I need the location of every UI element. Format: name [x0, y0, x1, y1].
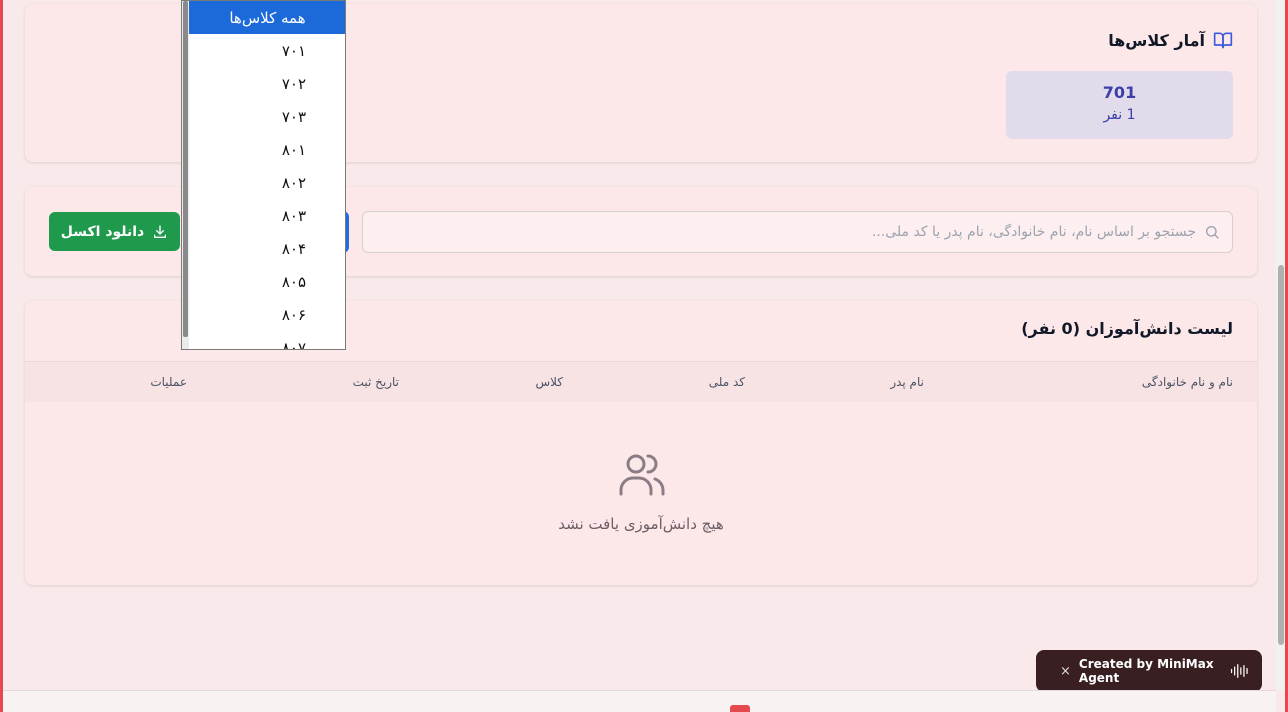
- class-stats-header: آمار کلاس‌ها: [1108, 30, 1233, 50]
- book-icon: [1213, 32, 1233, 49]
- page-scrollbar-thumb[interactable]: [1278, 265, 1284, 645]
- badge-label: Created by MiniMax Agent: [1078, 657, 1214, 685]
- column-header-father-name[interactable]: نام پدر: [890, 375, 924, 389]
- class-stat-name: 701: [1102, 83, 1137, 102]
- dropdown-option[interactable]: ۷۰۲: [189, 67, 345, 100]
- dropdown-option[interactable]: ۸۰۳: [189, 199, 345, 232]
- dropdown-option[interactable]: ۸۰۲: [189, 166, 345, 199]
- column-header-actions[interactable]: عملیات: [150, 375, 187, 389]
- column-header-register-date[interactable]: تاریخ ثبت: [353, 375, 399, 389]
- search-icon: [1206, 226, 1219, 239]
- dropdown-option[interactable]: ۸۰۱: [189, 133, 345, 166]
- search-placeholder: جستجو بر اساس نام، نام خانوادگی، نام پدر…: [871, 224, 1196, 240]
- column-header-national-code[interactable]: کد ملی: [709, 375, 745, 389]
- frame-border-left: [0, 0, 3, 712]
- dropdown-option[interactable]: ۸۰۷: [189, 331, 345, 350]
- class-stat-count: 1 نفر: [1103, 107, 1136, 123]
- dropdown-option[interactable]: ۸۰۶: [189, 298, 345, 331]
- download-excel-button[interactable]: دانلود اکسل: [49, 212, 180, 251]
- search-input[interactable]: جستجو بر اساس نام، نام خانوادگی، نام پدر…: [362, 211, 1233, 253]
- student-list-title: لیست دانش‌آموزان (0 نفر): [1021, 319, 1233, 338]
- download-icon: [154, 224, 167, 238]
- minimax-agent-badge[interactable]: × Created by MiniMax Agent: [1036, 650, 1262, 692]
- download-excel-label: دانلود اکسل: [60, 223, 145, 240]
- dropdown-option[interactable]: ۷۰۳: [189, 100, 345, 133]
- waveform-icon: [1230, 664, 1248, 678]
- users-icon: [619, 454, 665, 496]
- class-stats-title: آمار کلاس‌ها: [1108, 30, 1205, 50]
- dropdown-option[interactable]: ۷۰۱: [189, 34, 345, 67]
- table-header: نام و نام خانوادگی نام پدر کد ملی کلاس ت…: [25, 361, 1257, 402]
- footer-indicator: [730, 705, 750, 712]
- dropdown-scrollbar-thumb[interactable]: [183, 1, 188, 337]
- column-header-full-name[interactable]: نام و نام خانوادگی: [1142, 375, 1233, 389]
- class-stat-box[interactable]: 701 1 نفر: [1006, 71, 1233, 139]
- empty-state-message: هیچ دانش‌آموزی یافت نشد: [558, 515, 724, 533]
- footer-bar: [3, 690, 1276, 712]
- close-icon[interactable]: ×: [1060, 664, 1071, 679]
- class-filter-dropdown[interactable]: همه کلاس‌ها ۷۰۱ ۷۰۲ ۷۰۳ ۸۰۱ ۸۰۲ ۸۰۳ ۸۰۴ …: [181, 0, 346, 350]
- dropdown-option-all[interactable]: همه کلاس‌ها: [189, 1, 345, 34]
- dropdown-option[interactable]: ۸۰۴: [189, 232, 345, 265]
- dropdown-option[interactable]: ۸۰۵: [189, 265, 345, 298]
- column-header-class[interactable]: کلاس: [535, 375, 563, 389]
